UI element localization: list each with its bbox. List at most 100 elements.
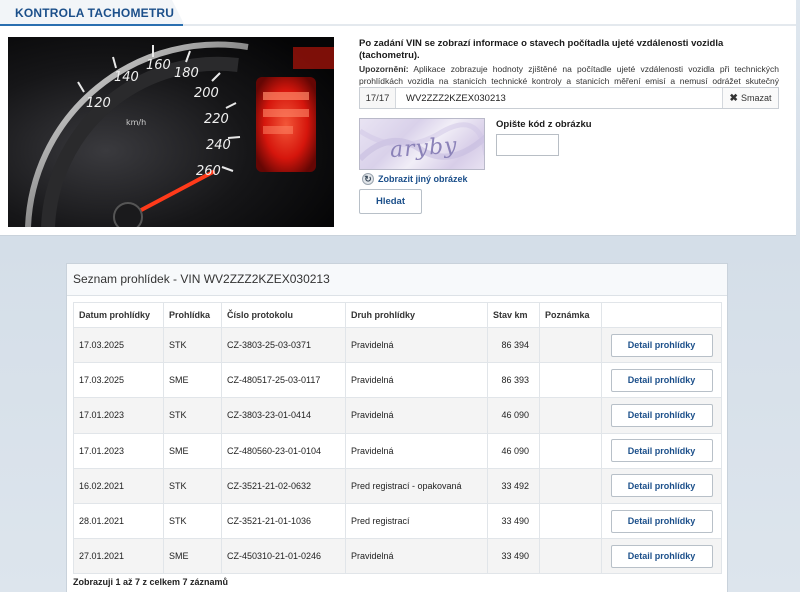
clear-button[interactable]: ✖ Smazat xyxy=(722,88,778,108)
cell-type: STK xyxy=(163,326,222,364)
cell-note xyxy=(539,467,602,504)
captcha-image: aryby xyxy=(359,118,485,170)
detail-button[interactable]: Detail prohlídky xyxy=(610,333,713,357)
captcha-text: aryby xyxy=(389,133,458,163)
refresh-label: Zobrazit jiný obrázek xyxy=(378,174,468,184)
cell-km: 46 090 xyxy=(487,397,540,434)
cell-km: 33 490 xyxy=(487,502,540,540)
column-header: Číslo protokolu xyxy=(221,302,346,328)
cell-date: 17.03.2025 xyxy=(73,326,164,364)
detail-button[interactable]: Detail prohlídky xyxy=(610,368,713,392)
cell-type: SME xyxy=(163,432,222,469)
results-table-wrap: Datum prohlídky Prohlídka Číslo protokol… xyxy=(73,302,722,575)
detail-button[interactable]: Detail prohlídky xyxy=(610,439,713,463)
table-row: 27.01.2021 SME CZ-450310-21-01-0246 Prav… xyxy=(73,538,722,575)
cell-type: SME xyxy=(163,362,222,399)
table-row: 17.01.2023 SME CZ-480560-23-01-0104 Prav… xyxy=(73,432,722,469)
gauge-label: 200 xyxy=(194,86,219,101)
refresh-captcha-link[interactable]: ↻ Zobrazit jiný obrázek xyxy=(362,173,468,185)
captcha-input[interactable] xyxy=(496,134,559,156)
table-row: 17.03.2025 STK CZ-3803-25-03-0371 Pravid… xyxy=(73,326,722,364)
cell-kind: Pravidelná xyxy=(345,538,488,575)
results-panel: Seznam prohlídek - VIN WV2ZZZ2KZEX030213… xyxy=(66,263,728,592)
detail-button[interactable]: Detail prohlídky xyxy=(610,544,713,568)
cell-km: 33 490 xyxy=(487,538,540,575)
cell-date: 28.01.2021 xyxy=(73,502,164,540)
gauge-label: 160 xyxy=(146,58,171,73)
gauge-label: 140 xyxy=(114,70,139,85)
cell-kind: Pravidelná xyxy=(345,362,488,399)
cell-note xyxy=(539,432,602,469)
cell-note xyxy=(539,502,602,540)
cell-protocol: CZ-3803-25-03-0371 xyxy=(221,326,346,364)
gauge-label: 120 xyxy=(86,96,111,111)
table-row: 17.03.2025 SME CZ-480517-25-03-0117 Prav… xyxy=(73,362,722,399)
cell-kind: Pravidelná xyxy=(345,326,488,364)
speedometer-photo: 120 140 160 180 200 220 240 260 km/h xyxy=(8,37,334,227)
gauge-label: 240 xyxy=(206,138,231,153)
column-header: Prohlídka xyxy=(163,302,222,328)
cell-note xyxy=(539,538,602,575)
info-lead: Po zadání VIN se zobrazí informace o sta… xyxy=(359,38,724,61)
gauge-label: 220 xyxy=(204,112,229,127)
title-divider xyxy=(183,24,796,26)
cell-kind: Pravidelná xyxy=(345,432,488,469)
cell-protocol: CZ-3521-21-01-1036 xyxy=(221,502,346,540)
refresh-icon: ↻ xyxy=(362,173,374,185)
table-row: 17.01.2023 STK CZ-3803-23-01-0414 Pravid… xyxy=(73,397,722,434)
cell-type: SME xyxy=(163,538,222,575)
cell-note xyxy=(539,326,602,364)
search-panel: KONTROLA TACHOMETRU 120 140 160 180 200 … xyxy=(0,0,796,236)
captcha-label: Opište kód z obrázku xyxy=(496,119,592,130)
cell-date: 16.02.2021 xyxy=(73,467,164,504)
vin-counter: 17/17 xyxy=(360,88,396,108)
cell-kind: Pred registrací xyxy=(345,502,488,540)
title-tab: KONTROLA TACHOMETRU xyxy=(0,0,185,26)
column-header xyxy=(601,302,722,328)
cell-protocol: CZ-480560-23-01-0104 xyxy=(221,432,346,469)
cell-date: 27.01.2021 xyxy=(73,538,164,575)
cell-type: STK xyxy=(163,502,222,540)
cell-type: STK xyxy=(163,397,222,434)
cell-kind: Pred registrací - opakovaná xyxy=(345,467,488,504)
cell-protocol: CZ-3521-21-02-0632 xyxy=(221,467,346,504)
cell-note xyxy=(539,397,602,434)
table-header-row: Datum prohlídky Prohlídka Číslo protokol… xyxy=(73,302,722,328)
cell-km: 86 393 xyxy=(487,362,540,399)
results-table: Datum prohlídky Prohlídka Číslo protokol… xyxy=(73,302,722,575)
cell-km: 46 090 xyxy=(487,432,540,469)
table-row: 28.01.2021 STK CZ-3521-21-01-1036 Pred r… xyxy=(73,502,722,540)
column-header: Stav km xyxy=(487,302,540,328)
vin-input[interactable] xyxy=(396,88,722,108)
gauge-label: 180 xyxy=(174,66,199,81)
page-title: KONTROLA TACHOMETRU xyxy=(15,6,175,20)
column-header: Druh prohlídky xyxy=(345,302,488,328)
cell-protocol: CZ-480517-25-03-0117 xyxy=(221,362,346,399)
results-title: Seznam prohlídek - VIN WV2ZZZ2KZEX030213 xyxy=(67,264,727,296)
cell-kind: Pravidelná xyxy=(345,397,488,434)
note-label: Upozornění: xyxy=(359,64,409,74)
cell-km: 86 394 xyxy=(487,326,540,364)
vin-field: 17/17 ✖ Smazat xyxy=(359,87,779,109)
table-row: 16.02.2021 STK CZ-3521-21-02-0632 Pred r… xyxy=(73,467,722,504)
speedometer-illustration: 120 140 160 180 200 220 240 260 km/h xyxy=(8,37,334,227)
cell-date: 17.01.2023 xyxy=(73,397,164,434)
cell-km: 33 492 xyxy=(487,467,540,504)
clear-label: Smazat xyxy=(740,93,772,103)
detail-button[interactable]: Detail prohlídky xyxy=(610,474,713,498)
detail-button[interactable]: Detail prohlídky xyxy=(610,509,713,533)
cell-protocol: CZ-3803-23-01-0414 xyxy=(221,397,346,434)
detail-button[interactable]: Detail prohlídky xyxy=(610,403,713,427)
pagination-summary: Zobrazuji 1 až 7 z celkem 7 záznamů xyxy=(73,577,229,587)
column-header: Datum prohlídky xyxy=(73,302,164,328)
gauge-label: 260 xyxy=(196,164,221,179)
gauge-unit: km/h xyxy=(126,118,146,127)
cell-protocol: CZ-450310-21-01-0246 xyxy=(221,538,346,575)
close-icon: ✖ xyxy=(729,92,738,104)
cell-date: 17.01.2023 xyxy=(73,432,164,469)
search-button[interactable]: Hledat xyxy=(359,189,422,214)
cell-date: 17.03.2025 xyxy=(73,362,164,399)
column-header: Poznámka xyxy=(539,302,602,328)
cell-type: STK xyxy=(163,467,222,504)
cell-note xyxy=(539,362,602,399)
